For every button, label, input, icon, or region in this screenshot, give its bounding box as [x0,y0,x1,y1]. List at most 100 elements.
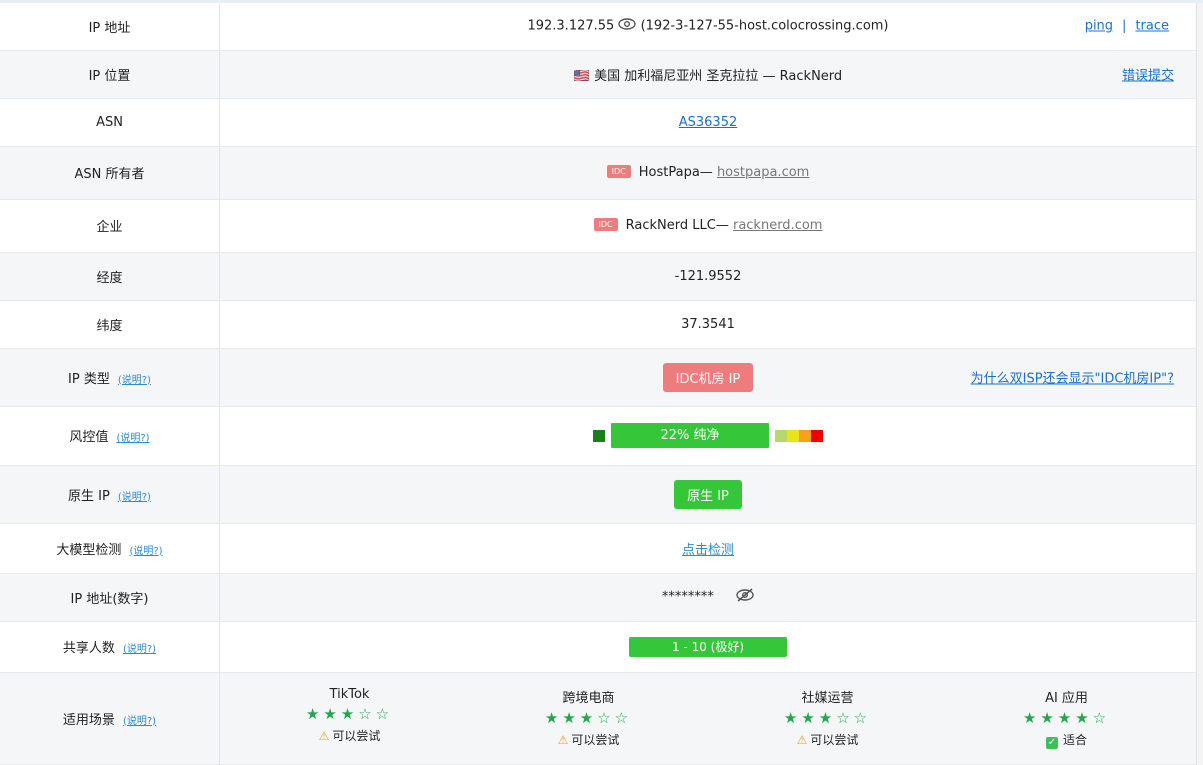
star-rating: ★★★☆☆ [544,709,633,727]
label-asn-owner: ASN 所有者 [0,146,220,200]
row-company: 企业 IDC RackNerd LLC— racknerd.com [0,199,1196,253]
ip-type-label-text: IP 类型 [68,371,110,387]
native-ip-help-link[interactable]: (说明?) [118,492,151,503]
ip-address-text: 192.3.127.55 [527,18,615,34]
label-native-ip: 原生 IP (说明?) [0,465,220,524]
row-scenes: 适用场景 (说明?) TikTok ★★★☆☆ ⚠ 可以尝试 跨境电商 ★★★☆☆ … [0,672,1196,765]
row-numeric-ip: IP 地址(数字) ******** [0,573,1196,622]
scene-verdict: ⚠ 可以尝试 [240,727,460,744]
asn-owner-domain-link[interactable]: hostpapa.com [717,165,809,180]
risk-scale-segment [799,429,811,442]
scene-ai-apps: AI 应用 ★★★★☆ ✓ 适合 [957,687,1177,749]
scene-cross-border-ecommerce: 跨境电商 ★★★☆☆ ⚠ 可以尝试 [479,687,699,749]
scene-list: TikTok ★★★☆☆ ⚠ 可以尝试 跨境电商 ★★★☆☆ ⚠ 可以尝试 社媒运营… [220,687,1196,749]
value-company: IDC RackNerd LLC— racknerd.com [219,199,1196,253]
scene-verdict: ✓ 适合 [957,731,1177,749]
row-risk: 风控值 (说明?) 22% 纯净 [0,406,1196,466]
value-ip-address: 192.3.127.55 (192-3-127-55-host.colocros… [219,3,1196,51]
row-latitude: 纬度 37.3541 [0,300,1196,349]
scene-name: 跨境电商 [562,691,615,706]
verdict-text: 适合 [1062,733,1087,747]
value-shared-users: 1 - 10 (极好) [219,621,1196,673]
shared-users-help-link[interactable]: (说明?) [123,644,156,655]
label-scenes: 适用场景 (说明?) [0,672,220,765]
star-rating: ★★★☆☆ [305,705,394,723]
risk-scale-segment [775,429,787,442]
native-ip-badge: 原生 IP [674,479,742,509]
value-asn-owner: IDC HostPapa— hostpapa.com [219,146,1196,200]
scene-verdict: ⚠ 可以尝试 [479,731,699,748]
risk-color-scale [775,429,823,442]
ip-type-help-link[interactable]: (说明?) [118,375,151,386]
star-rating: ★★★★☆ [1022,709,1111,727]
llm-check-help-link[interactable]: (说明?) [129,546,162,557]
verdict-text: 可以尝试 [571,733,620,747]
label-shared-users: 共享人数 (说明?) [0,621,220,673]
warning-icon: ⚠ [557,733,569,747]
row-longitude: 经度 -121.9552 [0,252,1196,301]
native-ip-label-text: 原生 IP [68,488,110,504]
label-company: 企业 [0,199,220,253]
value-scenes: TikTok ★★★☆☆ ⚠ 可以尝试 跨境电商 ★★★☆☆ ⚠ 可以尝试 社媒运营… [219,672,1196,765]
dual-isp-faq-link[interactable]: 为什么双ISP还会显示"IDC机房IP"? [971,368,1174,387]
scenes-help-link[interactable]: (说明?) [123,716,156,727]
location-text: 美国 加利福尼亚州 圣克拉拉 — RackNerd [594,68,843,84]
shared-users-label-text: 共享人数 [62,641,115,656]
value-asn: AS36352 [219,98,1196,147]
value-risk: 22% 纯净 [219,406,1196,466]
numeric-ip-masked: ******** [661,589,714,605]
value-ip-type: IDC机房 IP 为什么双ISP还会显示"IDC机房IP"? [219,348,1196,407]
asn-owner-name: HostPapa— [638,165,713,180]
hostname-text: (192-3-127-55-host.colocrossing.com) [640,18,889,34]
risk-score-bar: 22% 纯净 [611,423,769,448]
row-ip-type: IP 类型 (说明?) IDC机房 IP 为什么双ISP还会显示"IDC机房IP"… [0,348,1196,407]
label-risk: 风控值 (说明?) [0,406,220,466]
ip-info-table: IP 地址 192.3.127.55 (192-3-127-55-host.co… [0,3,1196,765]
row-shared-users: 共享人数 (说明?) 1 - 10 (极好) [0,621,1196,673]
us-flag-icon: 🇺🇸 [573,68,591,84]
scrollbar[interactable] [1196,3,1203,765]
scene-name: AI 应用 [1045,691,1088,706]
llm-check-link[interactable]: 点击检测 [682,543,734,558]
value-longitude: -121.9552 [219,252,1196,301]
risk-label-text: 风控值 [69,430,109,445]
company-domain-link[interactable]: racknerd.com [733,218,823,233]
value-numeric-ip: ******** [219,573,1196,622]
row-asn-owner: ASN 所有者 IDC HostPapa— hostpapa.com [0,146,1196,200]
warning-icon: ⚠ [796,733,808,747]
label-latitude: 纬度 [0,300,220,349]
scene-social-media: 社媒运营 ★★★☆☆ ⚠ 可以尝试 [718,687,938,749]
label-asn: ASN [0,98,220,147]
star-rating: ★★★☆☆ [783,709,872,727]
report-error-link[interactable]: 错误提交 [1122,65,1174,84]
row-ip-address: IP 地址 192.3.127.55 (192-3-127-55-host.co… [0,3,1196,51]
value-latitude: 37.3541 [219,300,1196,349]
scene-name: TikTok [329,687,370,702]
trace-link[interactable]: trace [1135,19,1169,34]
label-numeric-ip: IP 地址(数字) [0,573,220,622]
link-separator: | [1122,18,1127,34]
risk-scale-segment [811,429,823,442]
risk-level-indicator [593,429,605,442]
row-native-ip: 原生 IP (说明?) 原生 IP [0,465,1196,524]
risk-help-link[interactable]: (说明?) [116,433,149,444]
warning-icon: ⚠ [318,729,330,743]
value-native-ip: 原生 IP [219,465,1196,524]
row-llm-check: 大模型检测 (说明?) 点击检测 [0,523,1196,574]
ping-link[interactable]: ping [1085,19,1113,34]
verdict-text: 可以尝试 [332,729,381,743]
scene-tiktok: TikTok ★★★☆☆ ⚠ 可以尝试 [240,687,460,749]
eye-off-icon[interactable] [736,588,754,606]
asn-link[interactable]: AS36352 [679,115,738,130]
label-ip-type: IP 类型 (说明?) [0,348,220,407]
risk-meter: 22% 纯净 [593,423,823,448]
idc-badge: IDC [593,218,618,231]
label-ip-location: IP 位置 [0,50,220,99]
eye-icon[interactable] [618,18,637,34]
shared-users-bar: 1 - 10 (极好) [629,636,787,657]
ip-tools: ping | trace [1080,19,1174,34]
ip-type-badge: IDC机房 IP [662,362,754,392]
llm-check-label-text: 大模型检测 [56,542,122,558]
label-llm-check: 大模型检测 (说明?) [0,523,220,574]
scenes-label-text: 适用场景 [62,712,115,728]
